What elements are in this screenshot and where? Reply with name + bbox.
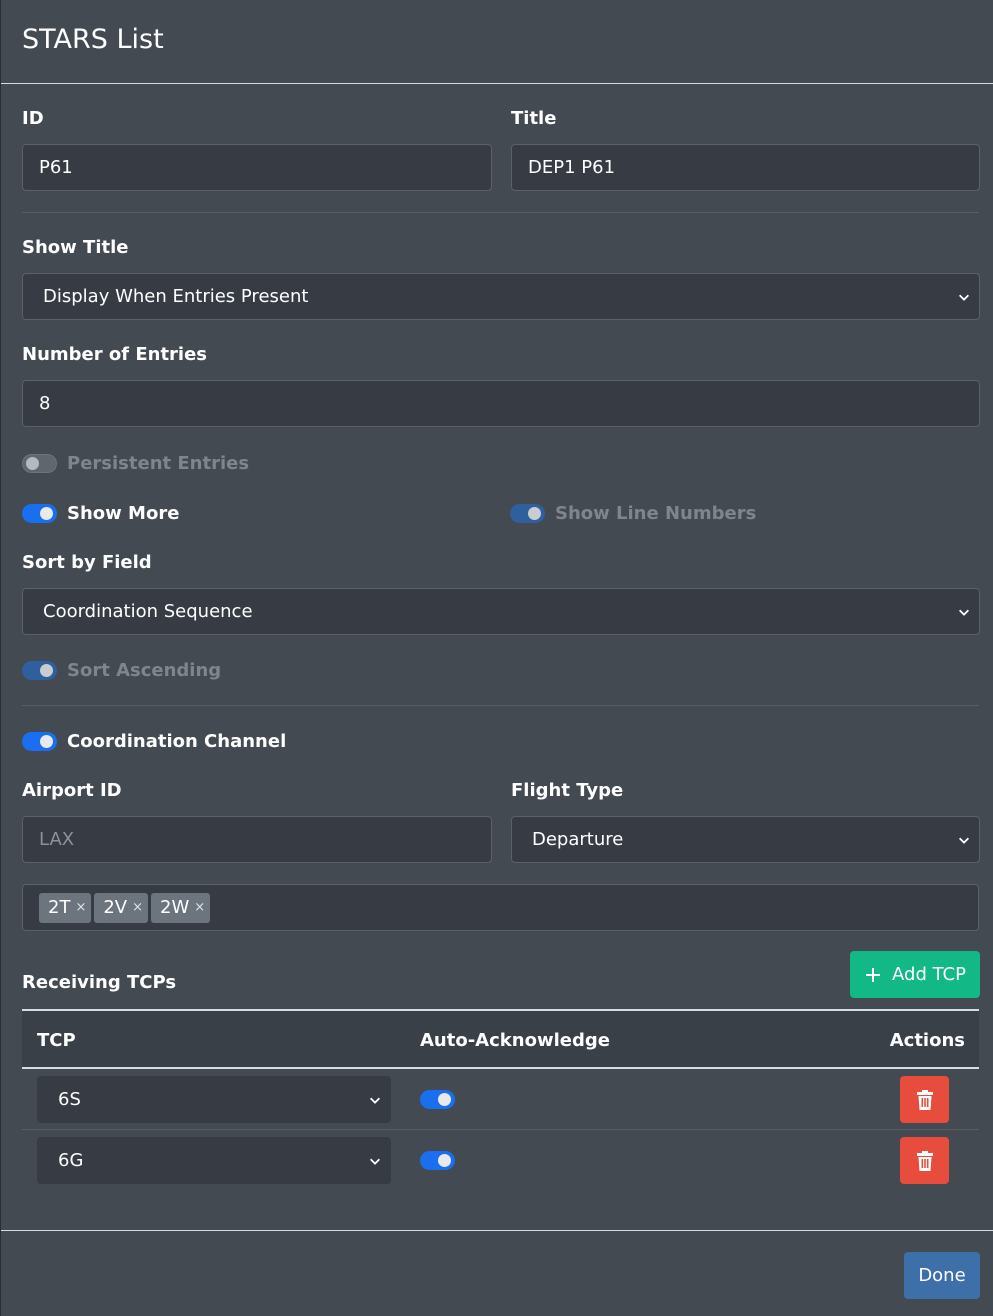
column-header-actions: Actions xyxy=(889,1030,965,1051)
delete-button[interactable] xyxy=(900,1076,949,1123)
add-tcp-label: Add TCP xyxy=(892,964,966,985)
persistent-entries-switch[interactable] xyxy=(22,453,57,473)
coordination-channel-switch[interactable] xyxy=(22,731,57,751)
tag-chip: 2W × xyxy=(151,892,211,923)
airport-id-placeholder: LAX xyxy=(39,829,75,850)
id-label: ID xyxy=(22,108,44,129)
num-entries-input[interactable]: 8 xyxy=(22,380,980,427)
sort-by-select[interactable]: Coordination Sequence xyxy=(22,588,980,635)
tag-label: 2W xyxy=(160,897,190,918)
flight-type-label: Flight Type xyxy=(511,780,624,801)
dialog-header: STARS List xyxy=(1,0,993,84)
show-title-select[interactable]: Display When Entries Present xyxy=(22,273,980,320)
tcp-select[interactable]: 6S xyxy=(37,1076,391,1123)
show-more-switch[interactable] xyxy=(22,503,57,523)
tcp-value: 6G xyxy=(58,1150,84,1171)
plus-icon xyxy=(866,967,881,982)
tag-chip: 2V × xyxy=(94,892,149,923)
num-entries-value: 8 xyxy=(39,393,51,414)
flight-type-value: Departure xyxy=(532,829,624,850)
trash-icon xyxy=(916,1150,933,1171)
id-input[interactable]: P61 xyxy=(22,144,492,191)
dialog-footer: Done xyxy=(1,1230,993,1316)
chevron-down-icon xyxy=(959,837,969,844)
chevron-down-icon xyxy=(370,1097,380,1104)
divider xyxy=(22,212,979,213)
column-header-auto-acknowledge: Auto-Acknowledge xyxy=(420,1030,610,1051)
done-label: Done xyxy=(918,1265,966,1286)
persistent-entries-label: Persistent Entries xyxy=(67,452,250,474)
id-input-value: P61 xyxy=(39,157,73,178)
coordination-channel-toggle-row: Coordination Channel xyxy=(22,729,286,753)
airport-id-label: Airport ID xyxy=(22,780,122,801)
auto-acknowledge-switch[interactable] xyxy=(420,1151,455,1170)
sort-ascending-label: Sort Ascending xyxy=(67,659,222,681)
receiving-tcps-title: Receiving TCPs xyxy=(22,972,177,993)
tcp-select[interactable]: 6G xyxy=(37,1137,391,1184)
show-line-numbers-toggle-row: Show Line Numbers xyxy=(510,501,756,525)
close-icon[interactable]: × xyxy=(132,900,143,915)
auto-acknowledge-switch[interactable] xyxy=(420,1090,455,1109)
dialog-title: STARS List xyxy=(22,24,164,55)
show-more-label: Show More xyxy=(67,502,180,524)
divider xyxy=(22,705,979,706)
column-header-tcp: TCP xyxy=(37,1030,76,1051)
close-icon[interactable]: × xyxy=(75,900,86,915)
add-tcp-button[interactable]: Add TCP xyxy=(850,951,980,998)
num-entries-label: Number of Entries xyxy=(22,344,208,365)
sort-by-value: Coordination Sequence xyxy=(43,601,253,622)
title-label: Title xyxy=(511,108,557,129)
sort-by-label: Sort by Field xyxy=(22,552,152,573)
show-line-numbers-switch[interactable] xyxy=(510,503,545,523)
trash-icon xyxy=(916,1089,933,1110)
tag-chip: 2T × xyxy=(39,892,92,923)
coordination-channel-label: Coordination Channel xyxy=(67,730,287,752)
show-more-toggle-row: Show More xyxy=(22,501,179,525)
show-title-value: Display When Entries Present xyxy=(43,286,309,307)
tcp-tags-input[interactable]: 2T × 2V × 2W × xyxy=(22,884,979,931)
chevron-down-icon xyxy=(959,609,969,616)
show-title-label: Show Title xyxy=(22,237,129,258)
persistent-entries-toggle-row: Persistent Entries xyxy=(22,451,249,475)
tcp-value: 6S xyxy=(58,1089,81,1110)
airport-id-input[interactable]: LAX xyxy=(22,816,492,863)
tcp-table-header: TCP Auto-Acknowledge Actions xyxy=(22,1009,979,1069)
title-input[interactable]: DEP1 P61 xyxy=(511,144,980,191)
flight-type-select[interactable]: Departure xyxy=(511,816,980,863)
table-row: 6G xyxy=(22,1130,979,1191)
delete-button[interactable] xyxy=(900,1137,949,1184)
sort-ascending-toggle-row: Sort Ascending xyxy=(22,658,221,682)
chevron-down-icon xyxy=(370,1158,380,1165)
show-line-numbers-label: Show Line Numbers xyxy=(555,502,757,524)
close-icon[interactable]: × xyxy=(194,900,205,915)
done-button[interactable]: Done xyxy=(904,1252,980,1299)
title-input-value: DEP1 P61 xyxy=(528,157,616,178)
tag-label: 2V xyxy=(103,897,128,918)
tag-label: 2T xyxy=(48,897,71,918)
table-row: 6S xyxy=(22,1069,979,1130)
sort-ascending-switch[interactable] xyxy=(22,660,57,680)
chevron-down-icon xyxy=(959,294,969,301)
